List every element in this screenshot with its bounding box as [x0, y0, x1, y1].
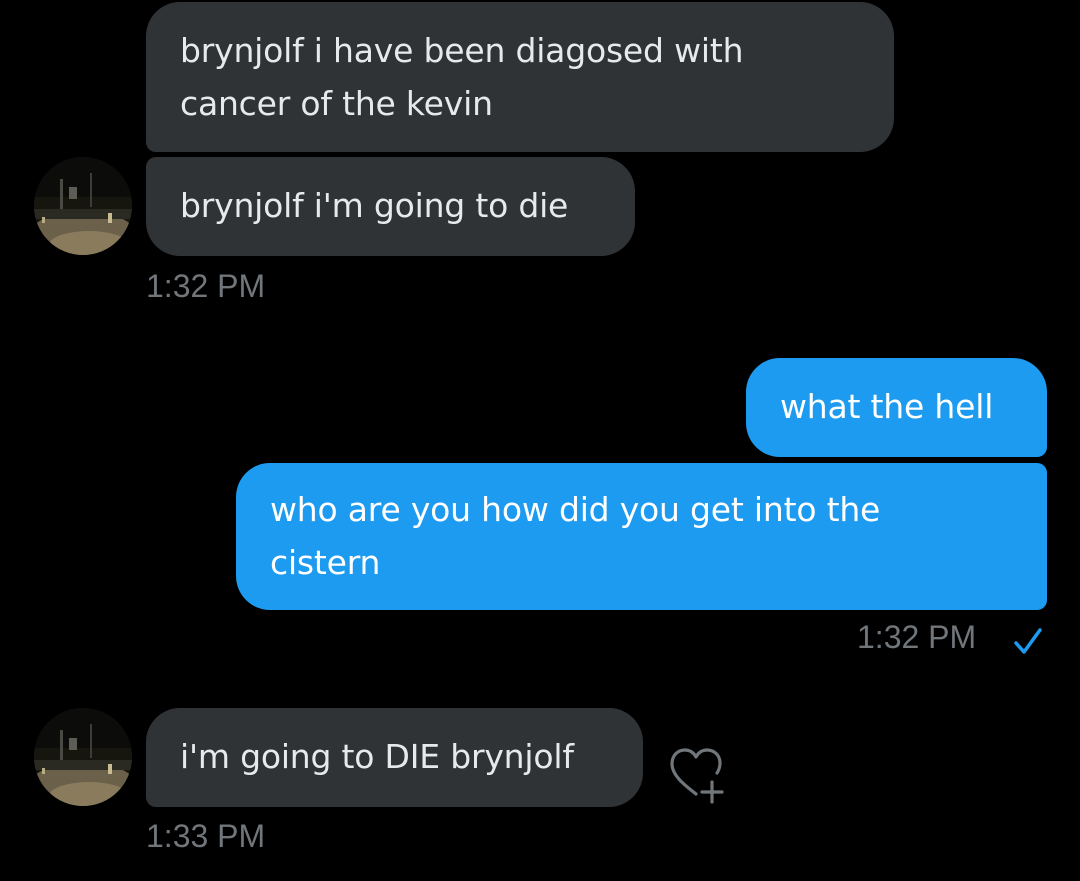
sender-avatar[interactable]	[34, 157, 132, 255]
avatar-photo	[34, 157, 132, 255]
message-text-line: who are you how did you get into the	[270, 490, 881, 529]
message-text: i'm going to DIE brynjolf	[180, 737, 574, 776]
sender-avatar[interactable]	[34, 708, 132, 806]
avatar-photo	[34, 708, 132, 806]
message-text: brynjolf i'm going to die	[180, 186, 569, 225]
add-reaction-heart-icon[interactable]	[666, 744, 736, 810]
message-timestamp: 1:32 PM	[857, 619, 977, 655]
outgoing-message-bubble[interactable]: what the hell	[746, 358, 1047, 457]
dm-conversation: brynjolf i have been diagosed with cance…	[0, 0, 1080, 881]
message-text-line: cancer of the kevin	[180, 84, 493, 123]
message-text-line: cistern	[270, 543, 381, 582]
message-text: what the hell	[780, 387, 994, 426]
incoming-message-bubble[interactable]: brynjolf i'm going to die	[146, 157, 635, 256]
check-icon	[1012, 625, 1046, 663]
incoming-message-bubble[interactable]: i'm going to DIE brynjolf	[146, 708, 643, 807]
message-timestamp: 1:33 PM	[146, 818, 266, 854]
incoming-message-bubble[interactable]: brynjolf i have been diagosed with cance…	[146, 2, 894, 152]
message-timestamp: 1:32 PM	[146, 268, 266, 304]
outgoing-message-bubble[interactable]: who are you how did you get into the cis…	[236, 463, 1047, 610]
message-text-line: brynjolf i have been diagosed with	[180, 31, 744, 70]
